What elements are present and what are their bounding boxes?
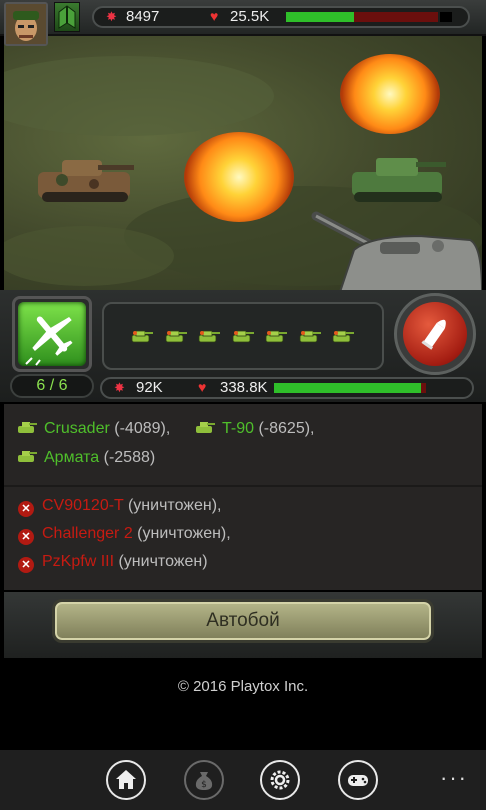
money-bag-icon: $	[195, 772, 213, 790]
home-button[interactable]	[106, 760, 146, 800]
reserve-tank-icon	[231, 328, 255, 344]
rank-badge	[54, 2, 80, 32]
gear-icon	[270, 770, 290, 790]
reserve-tank-icon	[130, 328, 154, 344]
tank-icon	[18, 422, 37, 433]
reserve-tank-icon	[264, 328, 288, 344]
damaged-tank-detail: (-2588)	[99, 449, 156, 466]
tank-icon	[18, 451, 37, 462]
player-tank-turret	[311, 211, 482, 292]
damaged-tank-detail: (-8625),	[254, 420, 315, 437]
games-button[interactable]	[338, 760, 378, 800]
enemy-tank-green[interactable]	[348, 150, 448, 208]
shell-icon	[421, 319, 446, 350]
fire-button[interactable]	[403, 302, 467, 366]
heart-icon: ♥	[210, 8, 219, 24]
home-icon	[116, 770, 136, 789]
rank-chevron-icon	[58, 5, 76, 29]
reserve-tanks-panel	[102, 302, 384, 370]
damaged-line-2: T-90 (-8625),	[194, 419, 314, 439]
enemy-power-value: 92K	[136, 379, 163, 396]
damaged-tank-detail: (-4089),	[109, 420, 171, 437]
player-hp-bar	[286, 12, 438, 22]
copyright-text: © 2016 Playtox Inc.	[177, 678, 309, 695]
reserve-tank-icon	[298, 328, 322, 344]
log-divider	[4, 485, 482, 487]
airstrike-count: 6 / 6	[10, 374, 94, 398]
explosion-effect	[184, 132, 294, 222]
hp-bar-end	[440, 12, 452, 22]
destroyed-tank-detail: (уничтожен),	[123, 497, 222, 514]
tank-icon	[196, 422, 215, 433]
destroyed-icon: ✕	[18, 557, 34, 573]
enemy-hp-value: 338.8K	[220, 379, 268, 396]
autobattle-button[interactable]: Автобой	[52, 599, 434, 643]
airstrike-button[interactable]	[18, 302, 86, 366]
player-hp-value: 25.5K	[230, 8, 270, 25]
reserve-tank-icon	[197, 328, 221, 344]
more-menu-button[interactable]: ···	[440, 767, 468, 789]
explosion-effect	[340, 54, 440, 134]
enemy-tank-camo[interactable]	[32, 148, 138, 208]
enemy-hp-bar	[274, 383, 426, 393]
destroyed-tank-detail: (уничтожен),	[132, 525, 231, 542]
app-bar	[0, 750, 486, 810]
damaged-tank-name: Crusader	[44, 420, 110, 437]
player-stats-bar: ✸ 8497 ♥ 25.5K	[92, 6, 470, 28]
explosion-icon: ✸	[114, 380, 125, 395]
explosion-icon: ✸	[106, 9, 117, 24]
commander-portrait-icon	[6, 4, 46, 44]
destroyed-tank-name: CV90120-T	[42, 497, 124, 514]
destroyed-line-2: ✕ Challenger 2 (уничтожен),	[18, 524, 231, 545]
battlefield[interactable]	[4, 36, 482, 292]
commander-avatar[interactable]	[4, 2, 48, 46]
enemy-stats-bar: ✸ 92K ♥ 338.8K	[100, 377, 474, 399]
svg-text:$: $	[201, 780, 207, 790]
player-power-value: 8497	[126, 8, 160, 25]
settings-button[interactable]	[260, 760, 300, 800]
reserve-tank-icon	[164, 328, 188, 344]
airplane-icon	[25, 316, 73, 366]
destroyed-tank-detail: (уничтожен)	[114, 553, 208, 570]
damaged-line-1: Crusader (-4089),	[16, 419, 170, 439]
destroyed-tank-name: PzKpfw III	[42, 553, 115, 570]
player-hp-bar-fill	[286, 12, 355, 22]
shop-button[interactable]: $	[184, 760, 224, 800]
destroyed-tank-name: Challenger 2	[42, 525, 133, 542]
destroyed-icon: ✕	[18, 501, 34, 517]
damaged-tank-name: T-90	[222, 420, 255, 437]
destroyed-line-1: ✕ CV90120-T (уничтожен),	[18, 496, 222, 517]
heart-icon: ♥	[198, 379, 207, 395]
destroyed-icon: ✕	[18, 529, 34, 545]
gamepad-icon	[348, 775, 368, 786]
reserve-tank-icon	[331, 328, 355, 344]
enemy-hp-bar-fill	[274, 383, 422, 393]
damaged-line-3: Армата (-2588)	[16, 448, 155, 468]
damaged-tank-name: Армата	[44, 449, 100, 466]
destroyed-line-3: ✕ PzKpfw III (уничтожен)	[18, 552, 208, 573]
